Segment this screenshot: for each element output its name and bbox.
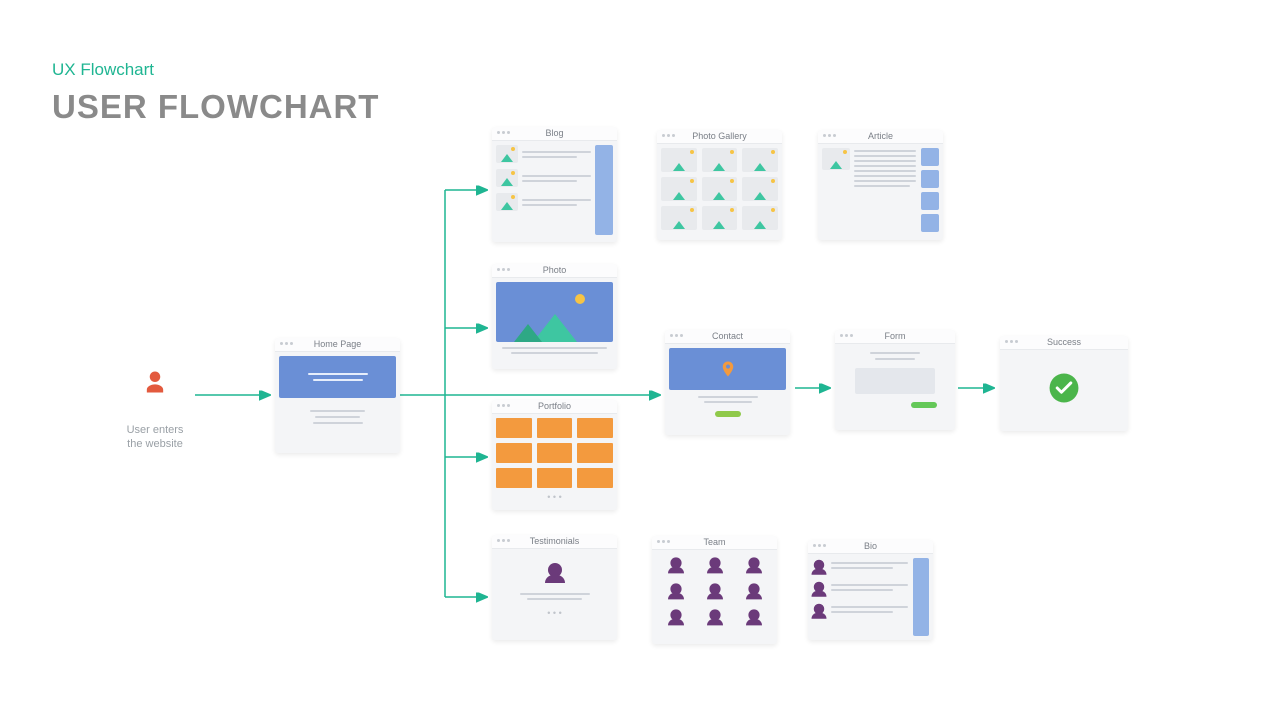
- card-home-title: Home Page: [275, 339, 400, 349]
- card-bio-title: Bio: [808, 541, 933, 551]
- card-testimonials-title: Testimonials: [492, 536, 617, 546]
- card-home: Home Page: [275, 338, 400, 453]
- card-article-title: Article: [818, 131, 943, 141]
- card-portfolio: Portfolio • • •: [492, 400, 617, 510]
- card-portfolio-title: Portfolio: [492, 401, 617, 411]
- card-testimonials: Testimonials • • •: [492, 535, 617, 640]
- card-form: Form: [835, 330, 955, 430]
- check-circle-icon: [1047, 371, 1081, 405]
- card-contact-title: Contact: [665, 331, 790, 341]
- card-gallery-title: Photo Gallery: [657, 131, 782, 141]
- card-photo: Photo: [492, 264, 617, 369]
- pin-icon: [719, 358, 737, 380]
- card-bio: Bio: [808, 540, 933, 640]
- card-photo-title: Photo: [492, 265, 617, 275]
- card-contact: Contact: [665, 330, 790, 435]
- card-success: Success: [1000, 336, 1128, 431]
- card-article: Article: [818, 130, 943, 240]
- card-blog: Blog: [492, 127, 617, 242]
- card-form-title: Form: [835, 331, 955, 341]
- card-team-title: Team: [652, 537, 777, 547]
- card-success-title: Success: [1000, 337, 1128, 347]
- card-blog-title: Blog: [492, 128, 617, 138]
- card-gallery: Photo Gallery: [657, 130, 782, 240]
- card-team: Team: [652, 536, 777, 644]
